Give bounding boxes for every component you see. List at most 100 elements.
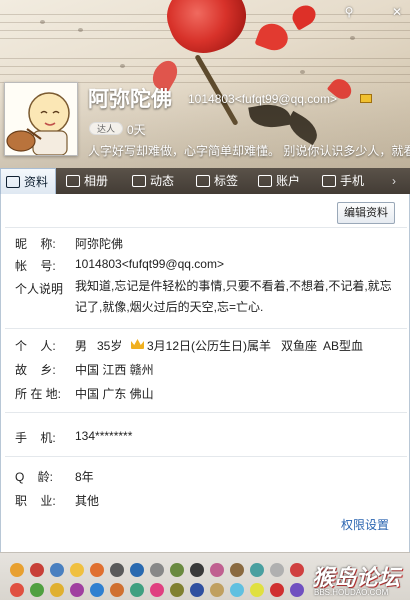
blood-type-value: AB型血 xyxy=(323,339,364,353)
app-icon[interactable] xyxy=(70,583,84,597)
tab-scroll-right-icon[interactable]: › xyxy=(392,174,396,188)
app-icon[interactable] xyxy=(270,583,284,597)
level-badge: 达人 xyxy=(89,122,123,135)
nickname-label: 昵 称: xyxy=(15,237,56,251)
monk-avatar-illustration xyxy=(5,83,77,155)
age-value: 35岁 xyxy=(97,339,123,353)
tab-label: 标签 xyxy=(214,174,239,188)
app-icon[interactable] xyxy=(90,583,104,597)
personal-label: 个 人: xyxy=(15,339,56,353)
mail-icon[interactable] xyxy=(360,94,372,103)
tab-feed[interactable]: 动态 xyxy=(132,168,188,194)
constellation-value: 双鱼座 xyxy=(281,339,318,353)
divider xyxy=(5,412,407,413)
mobile-label: 手 机: xyxy=(15,431,56,445)
divider xyxy=(5,328,407,329)
account-label: 帐 号: xyxy=(15,259,56,273)
app-icon[interactable] xyxy=(250,563,264,577)
tab-label: 账户 xyxy=(276,174,301,188)
pin-icon[interactable]: ⚲ xyxy=(342,6,356,18)
feed-icon xyxy=(132,175,146,187)
tab-label: 动态 xyxy=(150,174,175,188)
avatar[interactable] xyxy=(4,82,78,156)
app-icon[interactable] xyxy=(150,563,164,577)
music-staff-line xyxy=(0,58,410,59)
tab-tags[interactable]: 标签 xyxy=(196,168,252,194)
music-note xyxy=(120,64,125,68)
forum-watermark: 猴岛论坛 BBS.HOUDAO.COM xyxy=(312,560,404,598)
intro-label: 个人说明 xyxy=(15,282,64,296)
app-icon[interactable] xyxy=(130,583,144,597)
app-icon[interactable] xyxy=(290,563,304,577)
app-icon[interactable] xyxy=(50,563,64,577)
app-icon[interactable] xyxy=(270,563,284,577)
app-icon[interactable] xyxy=(50,583,64,597)
app-icon[interactable] xyxy=(110,563,124,577)
qq-age-label: Q 龄: xyxy=(15,470,54,484)
zodiac-value: 属羊 xyxy=(247,339,272,353)
level-days: 0天 xyxy=(127,123,146,137)
location-label: 所 在 地: xyxy=(15,387,62,401)
profile-details-panel: 编辑资料 昵 称: 阿弥陀佛 帐 号: 1014803<fufqt99@qq.c… xyxy=(0,194,410,552)
tab-label: 手机 xyxy=(340,174,365,188)
app-icon[interactable] xyxy=(110,583,124,597)
mobile-value: 134******** xyxy=(75,429,133,443)
location-value: 中国 广东 佛山 xyxy=(75,387,154,401)
tab-account[interactable]: 账户 xyxy=(258,168,314,194)
qq-age-value: 8年 xyxy=(75,470,94,484)
tab-mobile[interactable]: 手机 xyxy=(322,168,378,194)
app-icon[interactable] xyxy=(30,563,44,577)
account-value: 1014803<fufqt99@qq.com> xyxy=(75,257,224,271)
music-note xyxy=(40,20,45,24)
app-icon[interactable] xyxy=(130,563,144,577)
watermark-url: BBS.HOUDAO.COM xyxy=(314,588,389,597)
tab-profile[interactable]: 资料 xyxy=(0,168,56,194)
divider xyxy=(5,456,407,457)
occupation-value: 其他 xyxy=(75,494,100,508)
app-icon[interactable] xyxy=(230,563,244,577)
divider xyxy=(5,227,407,228)
profile-nickname: 阿弥陀佛 xyxy=(88,88,172,111)
profile-account: 1014803<fufqt99@qq.com> xyxy=(188,92,337,106)
hometown-label: 故 乡: xyxy=(15,363,56,377)
profile-tab-bar: 资料 相册 动态 标签 账户 手机 › xyxy=(0,168,410,194)
app-icon[interactable] xyxy=(170,563,184,577)
app-icon[interactable] xyxy=(290,583,304,597)
music-note xyxy=(78,28,83,32)
app-icon[interactable] xyxy=(210,563,224,577)
occupation-label: 职 业: xyxy=(15,494,56,508)
edit-profile-button[interactable]: 编辑资料 xyxy=(337,202,395,224)
profile-card-icon xyxy=(6,176,20,188)
tab-label: 资料 xyxy=(24,175,49,189)
app-icon[interactable] xyxy=(250,583,264,597)
birthday-value: 3月12日(公历生日) xyxy=(147,339,248,353)
crown-icon xyxy=(131,339,144,349)
app-icon[interactable] xyxy=(230,583,244,597)
app-icon[interactable] xyxy=(10,583,24,597)
petal-decoration xyxy=(288,1,320,31)
petal-decoration xyxy=(254,19,292,55)
app-icon[interactable] xyxy=(150,583,164,597)
music-note xyxy=(350,36,355,40)
app-icon[interactable] xyxy=(30,583,44,597)
tab-album[interactable]: 相册 xyxy=(66,168,122,194)
wallet-icon xyxy=(258,175,272,187)
app-icon[interactable] xyxy=(10,563,24,577)
app-icon[interactable] xyxy=(90,563,104,577)
hometown-value: 中国 江西 赣州 xyxy=(75,363,154,377)
app-icon[interactable] xyxy=(70,563,84,577)
rose-decoration xyxy=(158,0,256,64)
mobile-phone-icon xyxy=(322,175,336,187)
gender-value: 男 xyxy=(75,339,88,353)
nickname-value: 阿弥陀佛 xyxy=(75,237,124,251)
app-icon[interactable] xyxy=(210,583,224,597)
close-icon[interactable]: ✕ xyxy=(390,6,404,18)
tab-label: 相册 xyxy=(84,174,109,188)
privacy-settings-link[interactable]: 权限设置 xyxy=(341,516,389,533)
app-icon[interactable] xyxy=(170,583,184,597)
app-icon[interactable] xyxy=(190,583,204,597)
photo-album-icon xyxy=(66,175,80,187)
intro-value: 我知道,忘记是件轻松的事情,只要不看着,不想着,不记着,就忘记了,就像,烟火过后… xyxy=(75,279,392,314)
profile-signature: 人字好写却难做，心字简单却难懂。 别说你认识多少人，就看你... xyxy=(88,144,410,158)
app-icon[interactable] xyxy=(190,563,204,577)
